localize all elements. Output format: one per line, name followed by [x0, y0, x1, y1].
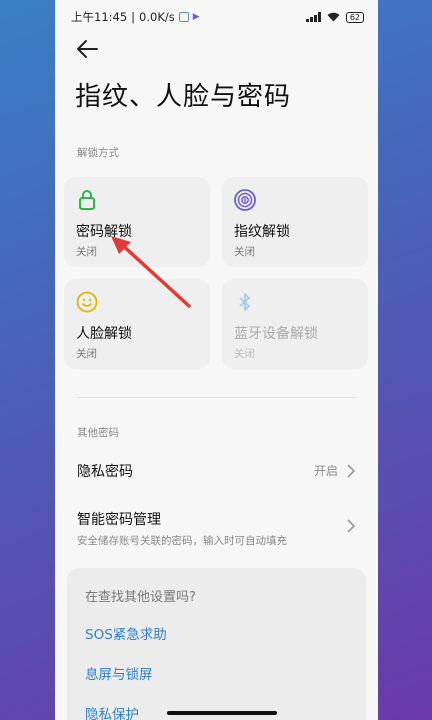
- row-subtitle: 安全储存账号关联的密码，输入时可自动填充: [77, 535, 287, 547]
- back-arrow-icon[interactable]: [75, 38, 101, 60]
- search-question: 在查找其他设置吗?: [85, 590, 196, 605]
- signal-icon: [306, 12, 321, 22]
- bluetooth-icon: [239, 293, 250, 311]
- privacy-password-row[interactable]: 隐私密码 开启: [77, 461, 356, 483]
- tile-status: 关闭: [234, 348, 255, 360]
- lock-icon: [79, 190, 95, 210]
- link-screen-lock[interactable]: 息屏与锁屏: [85, 663, 348, 683]
- status-left: 上午11:45 | 0.0K/s ▶: [71, 9, 200, 25]
- link-sos[interactable]: SOS紧急求助: [85, 623, 348, 643]
- row-value: 开启: [313, 464, 338, 478]
- divider: [77, 397, 356, 398]
- wifi-icon: [327, 12, 340, 22]
- play-icon: ▶: [192, 12, 200, 22]
- tile-fingerprint-unlock[interactable]: 指纹解锁 关闭: [222, 177, 368, 267]
- tile-name: 人脸解锁: [76, 326, 132, 342]
- status-right: 62: [306, 11, 364, 23]
- home-indicator[interactable]: [167, 711, 277, 715]
- tile-status: 关闭: [76, 348, 97, 360]
- status-time: 上午11:45: [71, 10, 128, 24]
- search-suggestions-card: 在查找其他设置吗? SOS紧急求助 息屏与锁屏 隐私保护: [67, 568, 366, 720]
- network-speed: 0.0K/s: [139, 10, 175, 24]
- annotation-arrow-icon: [111, 236, 191, 308]
- tile-name: 蓝牙设备解锁: [234, 326, 318, 342]
- battery-icon: 62: [345, 11, 364, 23]
- tile-status: 关闭: [234, 246, 255, 258]
- fingerprint-icon: [234, 189, 256, 211]
- chevron-right-icon: [347, 519, 356, 533]
- status-bar: 上午11:45 | 0.0K/s ▶ 62: [55, 0, 378, 34]
- row-title: 智能密码管理: [77, 512, 161, 528]
- status-separator: |: [131, 10, 136, 24]
- tile-bluetooth-unlock[interactable]: 蓝牙设备解锁 关闭: [222, 279, 368, 369]
- chevron-right-icon: [347, 464, 356, 478]
- face-icon: [76, 291, 98, 313]
- smart-password-row[interactable]: 智能密码管理 安全储存账号关联的密码，输入时可自动填充: [77, 509, 356, 547]
- tile-name: 指纹解锁: [234, 224, 290, 240]
- section-label-other: 其他密码: [77, 427, 119, 439]
- section-label-unlock: 解锁方式: [77, 147, 119, 159]
- phone-screen: 上午11:45 | 0.0K/s ▶ 62 指纹、人脸与密码 解锁方式 密码解锁…: [55, 0, 378, 720]
- notification-badge-icon: [178, 12, 189, 22]
- page-title: 指纹、人脸与密码: [75, 82, 292, 112]
